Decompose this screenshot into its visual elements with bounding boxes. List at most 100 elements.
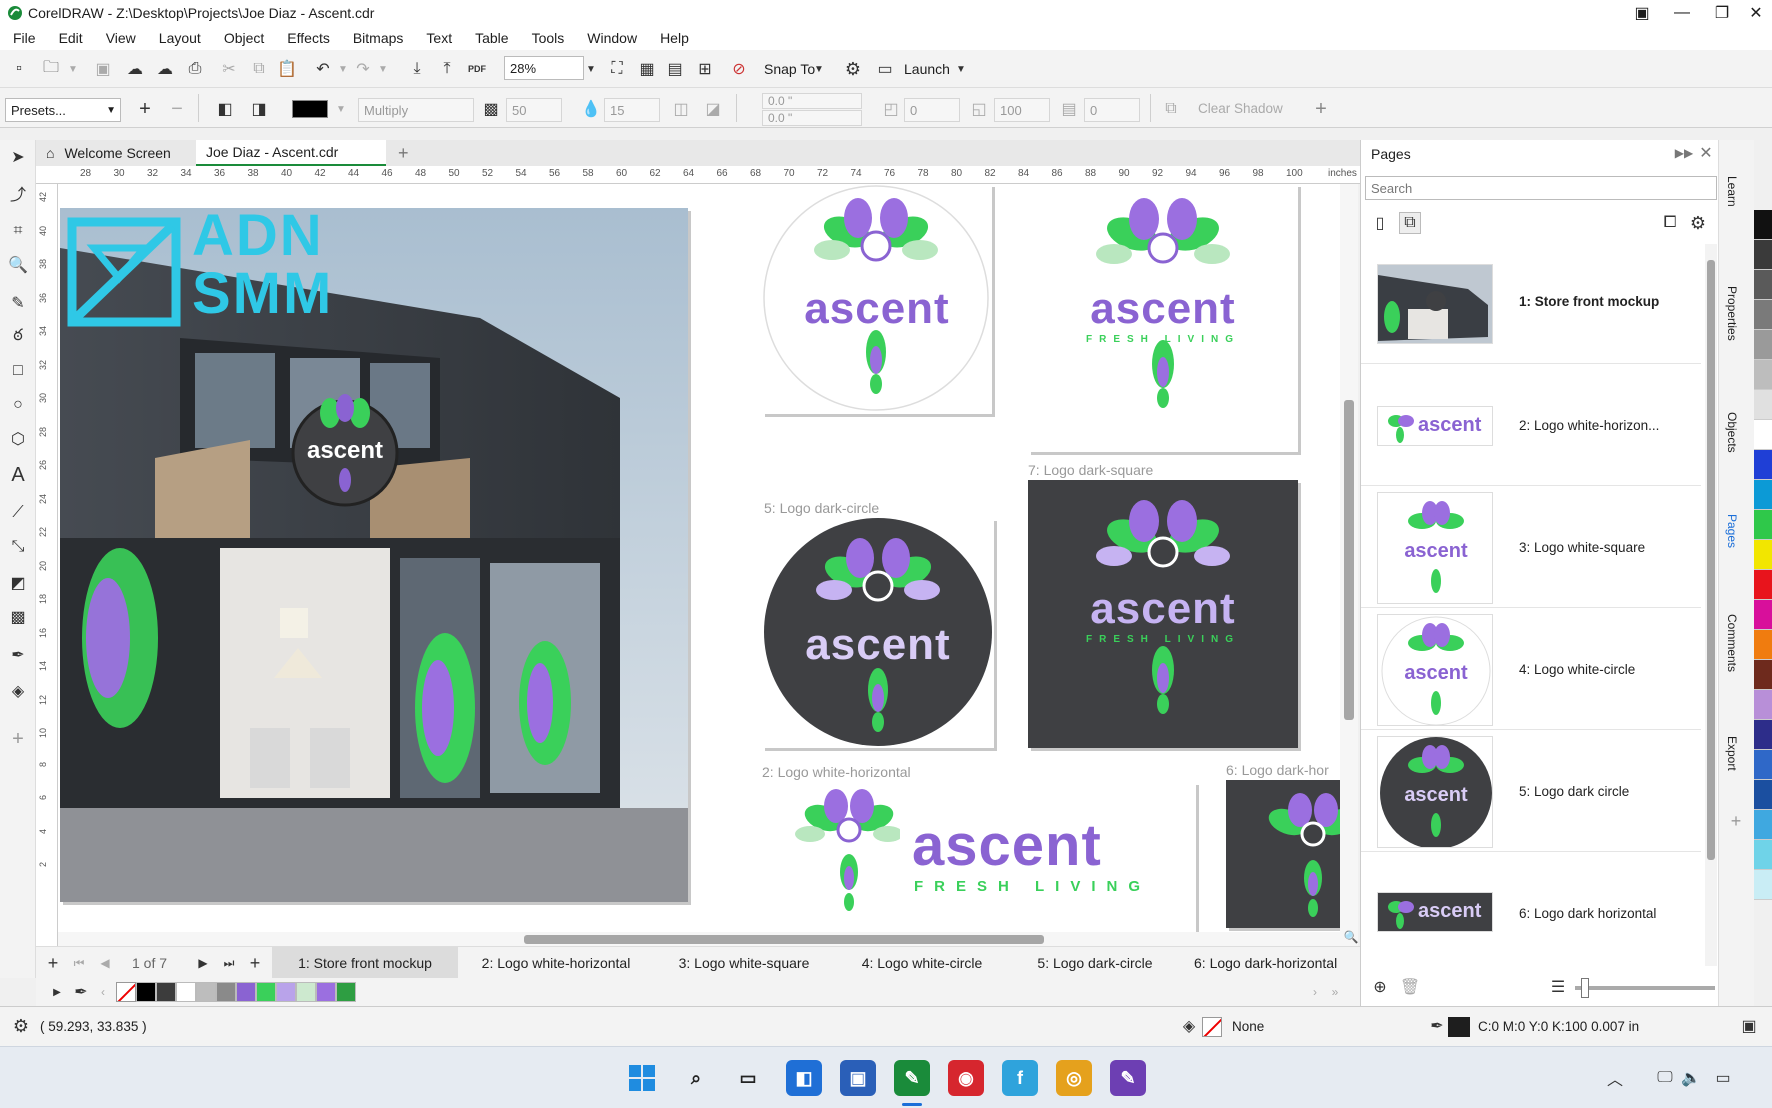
color-swatch[interactable] [1754, 240, 1772, 270]
docker-tab-learn[interactable]: Learn [1725, 176, 1739, 207]
coreldraw-taskbar-icon[interactable]: ✎ [894, 1060, 930, 1096]
fill-swatch[interactable] [1202, 1017, 1222, 1037]
font-manager-icon[interactable]: f [1002, 1060, 1038, 1096]
color-swatch[interactable] [1754, 840, 1772, 870]
menu-tools[interactable]: Tools [523, 30, 574, 46]
menu-help[interactable]: Help [651, 30, 698, 46]
open-folder-icon[interactable]: 🗀 [40, 58, 62, 80]
shadow-color-swatch[interactable] [292, 100, 328, 118]
page-tab-5[interactable]: 5: Logo dark-circle [1010, 947, 1180, 979]
color-swatch[interactable] [256, 982, 276, 1002]
color-swatch[interactable] [1754, 300, 1772, 330]
color-swatch[interactable] [1754, 750, 1772, 780]
add-preset-icon[interactable]: + [134, 98, 156, 120]
color-swatch[interactable] [1754, 420, 1772, 450]
no-color-swatch[interactable] [116, 982, 136, 1002]
snap-to-dropdown[interactable]: Snap To [764, 61, 815, 77]
store-icon[interactable]: ▣ [840, 1060, 876, 1096]
chevron-down-icon[interactable]: ▼ [372, 58, 394, 80]
color-swatch[interactable] [1754, 510, 1772, 540]
drawing-canvas[interactable]: ascent ADN SMM ascent ascent FRESH LIVIN… [58, 184, 1340, 932]
artistic-media-icon[interactable]: ఠ [7, 326, 29, 348]
color-swatch[interactable] [276, 982, 296, 1002]
fade-input[interactable]: 0 [1084, 98, 1140, 122]
chevron-down-icon[interactable]: ▼ [954, 58, 968, 80]
thumbnail-size-slider[interactable] [1575, 978, 1715, 998]
color-swatch[interactable] [1754, 270, 1772, 300]
close-panel-icon[interactable]: ✕ [1695, 142, 1717, 164]
undo-icon[interactable]: ↶ [312, 58, 334, 80]
task-view-icon[interactable]: ▭ [730, 1060, 766, 1096]
docker-tab-export[interactable]: Export [1725, 736, 1739, 771]
remove-preset-icon[interactable]: − [166, 98, 188, 120]
page-logo-white-horizontal[interactable]: ascent FRESH LIVING [762, 782, 1196, 932]
next-page-icon[interactable]: ▶ [192, 952, 214, 974]
gear-icon[interactable]: ⚙ [842, 58, 864, 80]
last-page-icon[interactable]: ⏭ [218, 952, 240, 974]
list-item[interactable]: 1: Store front mockup [1361, 244, 1701, 364]
print-icon[interactable]: ⎙ [184, 58, 206, 80]
vertical-scrollbar[interactable] [1340, 184, 1358, 946]
list-item[interactable]: ascent 2: Logo white-horizon... [1361, 366, 1701, 486]
presets-dropdown[interactable]: Presets... ▼ [5, 98, 121, 122]
show-grid-icon[interactable]: ▤ [664, 58, 686, 80]
eyedropper-tool-icon[interactable]: ✒ [7, 644, 29, 666]
polygon-tool-icon[interactable]: ⬡ [7, 428, 29, 450]
color-swatch[interactable] [136, 982, 156, 1002]
add-page-before-icon[interactable]: + [42, 952, 64, 974]
add-docker-icon[interactable]: + [1725, 810, 1747, 832]
offset-y-input[interactable]: 0.0 " [762, 110, 862, 126]
docker-tab-pages[interactable]: Pages [1725, 514, 1739, 548]
page-tab-6[interactable]: 6: Logo dark-horizontal [1180, 947, 1360, 979]
color-swatch[interactable] [316, 982, 336, 1002]
crop-tool-icon[interactable]: ⌗ [7, 220, 29, 242]
horizontal-ruler[interactable]: 28 30 32 34 36 38 40 42 44 46 48 50 52 54 56 58 60 62 64 66… [36, 166, 1360, 184]
offset-x-input[interactable]: 0.0 " [762, 93, 862, 109]
color-swatch[interactable] [1754, 690, 1772, 720]
clear-shadow-button[interactable]: Clear Shadow [1198, 101, 1283, 116]
add-page-bottom-icon[interactable]: ⊕ [1369, 976, 1391, 998]
rectangle-tool-icon[interactable]: □ [7, 360, 29, 382]
pages-list-scroll-thumb[interactable] [1707, 260, 1715, 860]
menu-object[interactable]: Object [215, 30, 273, 46]
connector-tool-icon[interactable]: ⤡ [7, 536, 29, 558]
add-page-after-icon[interactable]: + [244, 952, 266, 974]
color-proofing-icon[interactable]: ▣ [1738, 1015, 1760, 1037]
add-page-icon[interactable]: ▯ [1369, 212, 1391, 234]
color-swatch[interactable] [176, 982, 196, 1002]
list-item[interactable]: ascent 6: Logo dark horizontal [1361, 854, 1701, 966]
angle-input[interactable]: 0 [904, 98, 960, 122]
color-swatch[interactable] [196, 982, 216, 1002]
duplicate-page-icon[interactable]: ⧉ [1399, 212, 1421, 234]
chevron-down-icon[interactable]: ▼ [584, 58, 598, 80]
outline-swatch[interactable] [1448, 1017, 1470, 1037]
vertical-ruler[interactable]: 42 40 38 36 34 32 30 28 26 24 22 20 18 16 14 12 10 8 6 4 2 [36, 184, 58, 946]
capture-app-icon[interactable]: ◎ [1056, 1060, 1092, 1096]
export-icon[interactable]: ⤒ [436, 58, 458, 80]
color-swatch[interactable] [1754, 360, 1772, 390]
chevron-up-icon[interactable]: ︿ [1604, 1067, 1626, 1089]
page-store-front-mockup[interactable]: ascent ADN SMM [60, 208, 688, 902]
copy-icon[interactable]: ⧉ [248, 58, 270, 80]
list-item[interactable]: ascent 5: Logo dark circle [1361, 732, 1701, 852]
fill-tool-icon[interactable]: ◈ [7, 680, 29, 702]
transparency-tool-icon[interactable]: ▩ [7, 606, 29, 628]
color-swatch[interactable] [236, 982, 256, 1002]
pages-search-input[interactable]: Search [1365, 176, 1717, 200]
freehand-tool-icon[interactable]: ✎ [7, 292, 29, 314]
page-tab-2[interactable]: 2: Logo white-horizontal [458, 947, 654, 979]
menu-edit[interactable]: Edit [50, 30, 92, 46]
zoom-level-input[interactable]: 28% [504, 56, 584, 80]
color-swatch[interactable] [1754, 450, 1772, 480]
new-document-icon[interactable]: ▫ [8, 58, 30, 80]
color-swatch[interactable] [1754, 480, 1772, 510]
dimension-tool-icon[interactable]: ⟋ [7, 502, 29, 524]
menu-window[interactable]: Window [578, 30, 646, 46]
stretch-input[interactable]: 100 [994, 98, 1050, 122]
page-layout-icon[interactable]: ⧠ [1659, 212, 1681, 234]
menu-bitmaps[interactable]: Bitmaps [344, 30, 413, 46]
gear-icon[interactable]: ⚙ [10, 1015, 32, 1037]
blend-mode-dropdown[interactable]: Multiply [358, 98, 474, 122]
page-tab-4[interactable]: 4: Logo white-circle [834, 947, 1010, 979]
chevron-down-icon[interactable]: ▼ [812, 58, 826, 80]
